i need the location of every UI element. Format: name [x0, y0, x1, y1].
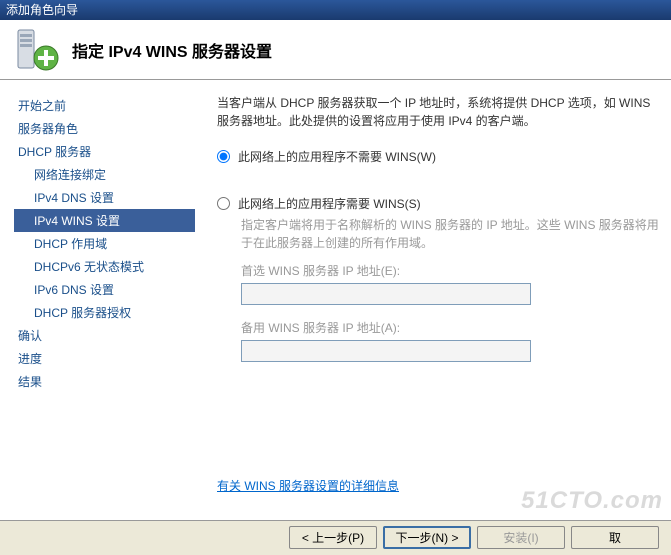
- sidebar-item-before-begin[interactable]: 开始之前: [14, 94, 195, 117]
- wizard-header: 指定 IPv4 WINS 服务器设置: [0, 20, 671, 80]
- sidebar-item-dhcp-scope[interactable]: DHCP 作用域: [14, 232, 195, 255]
- sidebar-item-ipv6-dns[interactable]: IPv6 DNS 设置: [14, 278, 195, 301]
- page-title: 指定 IPv4 WINS 服务器设置: [72, 38, 272, 62]
- radio-wins-needed[interactable]: [217, 197, 230, 210]
- next-button[interactable]: 下一步(N) >: [383, 526, 471, 549]
- sidebar-item-progress[interactable]: 进度: [14, 347, 195, 370]
- radio-wins-needed-label: 此网络上的应用程序需要 WINS(S): [238, 195, 421, 212]
- preferred-wins-input[interactable]: [241, 283, 531, 305]
- watermark: 51CTO.com: [521, 487, 663, 515]
- sidebar-item-ipv4-dns[interactable]: IPv4 DNS 设置: [14, 186, 195, 209]
- previous-button[interactable]: < 上一步(P): [289, 526, 377, 549]
- sidebar-item-dhcp-server[interactable]: DHCP 服务器: [14, 140, 195, 163]
- wizard-footer: < 上一步(P) 下一步(N) > 安装(I) 取: [0, 520, 671, 554]
- cancel-button[interactable]: 取: [571, 526, 659, 549]
- alternate-wins-label: 备用 WINS 服务器 IP 地址(A):: [241, 319, 661, 336]
- sidebar-item-confirm[interactable]: 确认: [14, 324, 195, 347]
- sidebar-item-ipv4-wins[interactable]: IPv4 WINS 设置: [14, 209, 195, 232]
- window-title: 添加角色向导: [6, 3, 78, 17]
- server-role-icon: [12, 26, 60, 74]
- wizard-steps-sidebar: 开始之前 服务器角色 DHCP 服务器 网络连接绑定 IPv4 DNS 设置 I…: [0, 80, 195, 520]
- alternate-wins-input[interactable]: [241, 340, 531, 362]
- radio-wins-not-needed[interactable]: [217, 150, 230, 163]
- radio-wins-not-needed-label: 此网络上的应用程序不需要 WINS(W): [238, 148, 436, 165]
- wins-subdescription: 指定客户端将用于名称解析的 WINS 服务器的 IP 地址。这些 WINS 服务…: [241, 216, 661, 252]
- preferred-wins-label: 首选 WINS 服务器 IP 地址(E):: [241, 262, 661, 279]
- titlebar: 添加角色向导: [0, 0, 671, 20]
- wizard-content: 当客户端从 DHCP 服务器获取一个 IP 地址时，系统将提供 DHCP 选项，…: [195, 80, 671, 520]
- sidebar-item-server-roles[interactable]: 服务器角色: [14, 117, 195, 140]
- sidebar-item-network-binding[interactable]: 网络连接绑定: [14, 163, 195, 186]
- install-button[interactable]: 安装(I): [477, 526, 565, 549]
- sidebar-item-dhcpv6-stateless[interactable]: DHCPv6 无状态模式: [14, 255, 195, 278]
- wins-info-link[interactable]: 有关 WINS 服务器设置的详细信息: [217, 479, 399, 493]
- sidebar-item-results[interactable]: 结果: [14, 370, 195, 393]
- description-text: 当客户端从 DHCP 服务器获取一个 IP 地址时，系统将提供 DHCP 选项，…: [217, 94, 661, 130]
- sidebar-item-dhcp-authorize[interactable]: DHCP 服务器授权: [14, 301, 195, 324]
